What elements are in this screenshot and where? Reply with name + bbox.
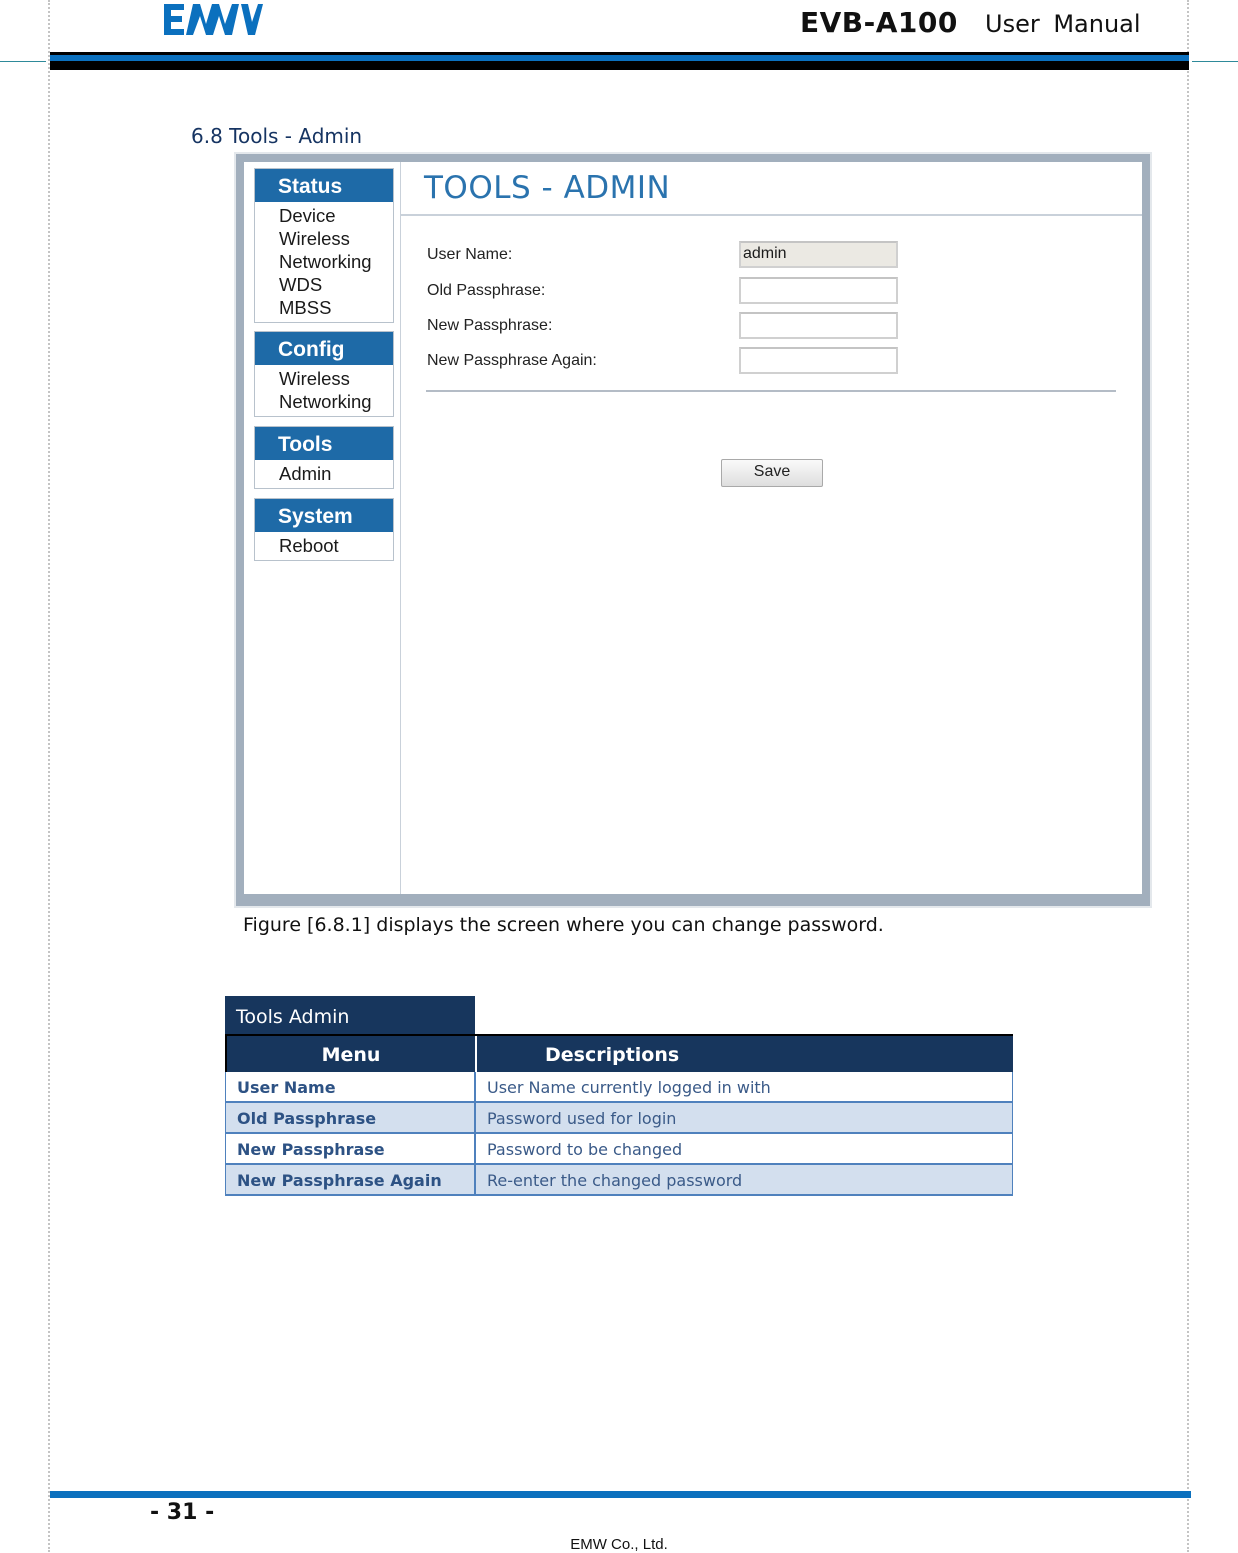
table-row: User Name User Name currently logged in … [225, 1072, 1013, 1103]
table-header: Menu Descriptions [225, 1034, 1013, 1072]
header-guide-left [0, 61, 46, 62]
sidebar-item-reboot[interactable]: Reboot [255, 534, 393, 557]
new-passphrase-again-label: New Passphrase Again: [427, 352, 597, 369]
table-title: Tools Admin [225, 996, 475, 1034]
title-divider [401, 214, 1142, 216]
form-row-user-name: User Name: admin [427, 241, 907, 271]
nav-group-tools: Tools Admin [254, 426, 394, 489]
row-desc-cell: Re-enter the changed password [487, 1171, 743, 1190]
new-passphrase-field[interactable] [739, 312, 898, 339]
admin-content: TOOLS - ADMIN User Name: admin Old Passp… [401, 162, 1142, 894]
nav-group-config: Config Wireless Networking [254, 331, 394, 417]
form-row-new-passphrase: New Passphrase: [427, 312, 907, 342]
nav-heading-config: Config [255, 332, 393, 365]
header-rule [50, 52, 1189, 70]
save-button[interactable]: Save [721, 459, 823, 487]
user-name-field[interactable]: admin [739, 241, 898, 268]
new-passphrase-label: New Passphrase: [427, 317, 553, 334]
old-passphrase-label: Old Passphrase: [427, 282, 546, 299]
footer-rule [50, 1491, 1191, 1498]
column-header-menu: Menu [227, 1036, 477, 1072]
table-row: New Passphrase Again Re-enter the change… [225, 1165, 1013, 1196]
form-row-old-passphrase: Old Passphrase: [427, 277, 907, 307]
row-menu-cell: New Passphrase [226, 1134, 476, 1163]
document-type: User Manual [985, 10, 1141, 38]
sidebar-item-admin[interactable]: Admin [255, 462, 393, 485]
sidebar-item-config-wireless[interactable]: Wireless [255, 367, 393, 390]
sidebar-item-status-wireless[interactable]: Wireless [255, 227, 393, 250]
new-passphrase-again-field[interactable] [739, 347, 898, 374]
form-row-new-passphrase-again: New Passphrase Again: [427, 347, 907, 377]
row-menu-cell: New Passphrase Again [226, 1165, 476, 1194]
table-row: New Passphrase Password to be changed [225, 1134, 1013, 1165]
screenshot-frame: Status Device Wireless Networking WDS MB… [236, 154, 1150, 906]
sidebar-item-mbss[interactable]: MBSS [255, 296, 393, 319]
section-title: 6.8 Tools - Admin [191, 124, 363, 148]
nav-group-system: System Reboot [254, 498, 394, 561]
page-number: - 31 - [150, 1500, 215, 1525]
product-name: EVB-A100 [800, 6, 958, 39]
nav-heading-status: Status [255, 169, 393, 202]
description-table: Menu Descriptions User Name User Name cu… [225, 1034, 1013, 1196]
old-passphrase-field[interactable] [739, 277, 898, 304]
nav-group-status: Status Device Wireless Networking WDS MB… [254, 168, 394, 323]
sidebar-nav: Status Device Wireless Networking WDS MB… [244, 162, 401, 894]
nav-heading-tools: Tools [255, 427, 393, 460]
row-menu-cell: Old Passphrase [226, 1103, 476, 1132]
page-title: TOOLS - ADMIN [424, 170, 671, 206]
page-margin-guide-right [1187, 0, 1189, 1552]
sidebar-item-config-networking[interactable]: Networking [255, 390, 393, 413]
nav-heading-system: System [255, 499, 393, 532]
company-name: EMW Co., Ltd. [570, 1536, 668, 1553]
user-name-label: User Name: [427, 246, 513, 263]
row-desc-cell: Password used for login [487, 1109, 677, 1128]
row-menu-cell: User Name [226, 1072, 476, 1101]
row-desc-cell: Password to be changed [487, 1140, 683, 1159]
sidebar-item-status-networking[interactable]: Networking [255, 250, 393, 273]
form-divider [426, 390, 1116, 392]
figure-caption: Figure [6.8.1] displays the screen where… [243, 914, 884, 936]
header-guide-right [1192, 61, 1238, 62]
table-row: Old Passphrase Password used for login [225, 1103, 1013, 1134]
sidebar-item-wds[interactable]: WDS [255, 273, 393, 296]
page-margin-guide-left [48, 0, 50, 1552]
row-desc-cell: User Name currently logged in with [487, 1078, 771, 1097]
column-header-descriptions: Descriptions [545, 1044, 680, 1066]
sidebar-item-device[interactable]: Device [255, 204, 393, 227]
emw-logo-icon [164, 4, 263, 35]
